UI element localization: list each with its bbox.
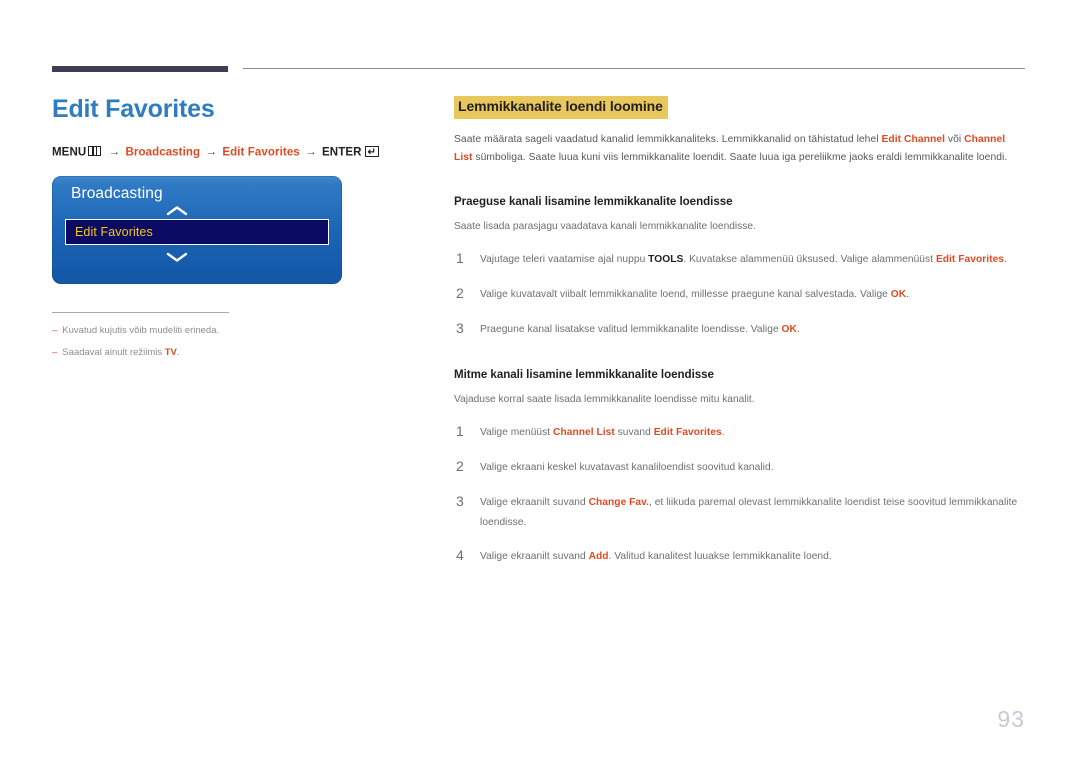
breadcrumb-arrow-3: → (305, 146, 317, 158)
step-text: Valige kuvatavalt viibalt lemmikkanalite… (480, 285, 1026, 305)
step-text-segment: Valige ekraanilt suvand (480, 496, 589, 508)
step-text-segment: Valige kuvatavalt viibalt lemmikkanalite… (480, 288, 891, 300)
step-text-segment: Valige ekraani keskel kuvatavast kanalil… (480, 461, 774, 473)
page-number: 93 (997, 706, 1025, 732)
section-heading-highlighted: Lemmikkanalite loendi loomine (454, 96, 668, 119)
footnote-item: ‒ Saadaval ainult režiimis TV. (52, 346, 412, 359)
breadcrumb-arrow-1: → (108, 146, 121, 158)
intro-part-3: sümboliga. Saate luua kuni viis lemmikka… (472, 151, 1008, 163)
right-column: Lemmikkanalite loendi loomine Saate määr… (454, 96, 1026, 567)
step-number: 3 (456, 492, 464, 509)
step-list: 1 Vajutage teleri vaatamise ajal nuppu TO… (454, 250, 1026, 340)
left-column: Edit Favorites MENU → Broadcasting → Edi… (52, 95, 412, 369)
step-number: 2 (456, 457, 464, 474)
step-number: 1 (456, 249, 464, 266)
footnote-list: ‒ Kuvatud kujutis võib mudeliti erineda.… (52, 324, 412, 360)
step-list: 1 Valige menüüst Channel List suvand Edit… (454, 423, 1026, 567)
section-description: Vajaduse korral saate lisada lemmikkanal… (454, 393, 755, 405)
step-text: Vajutage teleri vaatamise ajal nuppu TOO… (480, 250, 1026, 270)
step-keyword: Edit Favorites (653, 426, 722, 438)
step-item: 1 Valige menüüst Channel List suvand Edit… (454, 423, 1026, 443)
footnote-text-pre: Saadaval ainult režiimis (62, 347, 165, 359)
intro-keyword-edit-channel: Edit Channel (881, 133, 946, 145)
header-divider-rule (243, 68, 1025, 69)
page-title: Edit Favorites (52, 95, 215, 123)
breadcrumb: MENU → Broadcasting → Edit Favorites → E… (52, 145, 412, 158)
section-subheading: Praeguse kanali lisamine lemmikkanalite … (454, 194, 733, 208)
step-item: 3 Praegune kanal lisatakse valitud lemmik… (454, 320, 1026, 340)
intro-paragraph: Saate määrata sageli vaadatud kanalid le… (454, 131, 1026, 167)
notes-divider (52, 312, 229, 313)
step-text-segment: . (1004, 253, 1007, 265)
step-text: Praegune kanal lisatakse valitud lemmikk… (480, 320, 1026, 340)
chevron-down-icon[interactable] (12, 249, 342, 264)
step-text-segment: . (721, 426, 725, 438)
tv-menu-item-label: Edit Favorites (75, 225, 153, 239)
step-text-segment: Valige menüüst (480, 426, 554, 438)
footnote-text: Kuvatud kujutis võib mudeliti erineda. (62, 325, 220, 336)
step-item: 3 Valige ekraanilt suvand Change Fav., et… (454, 493, 1026, 533)
step-keyword: Add (588, 551, 609, 563)
step-text-segment: Vajutage teleri vaatamise ajal nuppu (480, 253, 649, 265)
step-keyword: Change Fav. (588, 496, 649, 508)
step-text: Valige ekraani keskel kuvatavast kanalil… (480, 458, 1026, 478)
step-text: Valige ekraanilt suvand Add. Valitud kan… (480, 547, 1026, 567)
step-keyword: Edit Favorites (935, 253, 1005, 265)
breadcrumb-menu-label: MENU (52, 146, 87, 158)
step-text-segment: . (906, 288, 910, 300)
step-keyword: OK (781, 323, 797, 335)
footnote-text-post: . (176, 347, 180, 359)
tv-menu-selected-row[interactable]: Edit Favorites (65, 219, 329, 245)
breadcrumb-arrow-2: → (205, 146, 218, 158)
step-text-segment: . Valitud kanalitest luuakse lemmikkanal… (608, 551, 832, 563)
step-text-segment: Valige ekraanilt suvand (480, 551, 589, 563)
tv-menu-title: Broadcasting (71, 185, 163, 202)
footnote-text: Saadaval ainult režiimis TV. (62, 346, 179, 359)
step-number: 3 (456, 319, 464, 336)
breadcrumb-item-broadcasting[interactable]: Broadcasting (125, 146, 200, 158)
section-description: Saate lisada parasjagu vaadatava kanali … (454, 220, 756, 232)
step-item: 2 Valige kuvatavalt viibalt lemmikkanalit… (454, 285, 1026, 305)
step-item: 2 Valige ekraani keskel kuvatavast kanali… (454, 458, 1026, 478)
step-text-segment: Praegune kanal lisatakse valitud lemmikk… (480, 323, 782, 335)
enter-return-icon: ↵ (364, 145, 379, 157)
tv-menu-mockup: Broadcasting Edit Favorites (52, 176, 342, 284)
intro-part-2: või (945, 133, 965, 145)
step-text: Valige menüüst Channel List suvand Edit … (480, 423, 1026, 443)
menu-grid-icon (88, 146, 102, 156)
section-subheading: Mitme kanali lisamine lemmikkanalite loe… (454, 367, 714, 381)
step-number: 4 (456, 547, 464, 564)
breadcrumb-item-edit-favorites[interactable]: Edit Favorites (222, 146, 299, 158)
footnote-dash: ‒ (52, 325, 58, 336)
footnote-keyword: TV (164, 347, 177, 359)
breadcrumb-enter-label: ENTER (322, 146, 362, 158)
step-number: 2 (456, 284, 464, 301)
step-text-segment: . Kuvatakse alammenüü üksused. Valige al… (683, 253, 936, 265)
step-keyword: OK (890, 288, 907, 300)
step-text: Valige ekraanilt suvand Change Fav., et … (480, 493, 1026, 533)
header-accent-bar (52, 66, 228, 72)
step-item: 4 Valige ekraanilt suvand Add. Valitud ka… (454, 547, 1026, 567)
step-text-segment: . (796, 323, 800, 335)
step-number: 1 (456, 422, 464, 439)
chevron-up-icon[interactable] (12, 203, 342, 218)
step-keyword: Channel List (553, 426, 615, 438)
step-button-name: TOOLS (648, 253, 684, 265)
step-item: 1 Vajutage teleri vaatamise ajal nuppu TO… (454, 250, 1026, 270)
procedure-sections: Praeguse kanali lisamine lemmikkanalite … (454, 195, 1026, 568)
footnote-dash: ‒ (52, 347, 58, 359)
intro-part-1: Saate määrata sageli vaadatud kanalid le… (454, 133, 882, 145)
step-text-segment: suvand (614, 426, 654, 438)
footnote-item: ‒ Kuvatud kujutis võib mudeliti erineda. (52, 324, 412, 337)
